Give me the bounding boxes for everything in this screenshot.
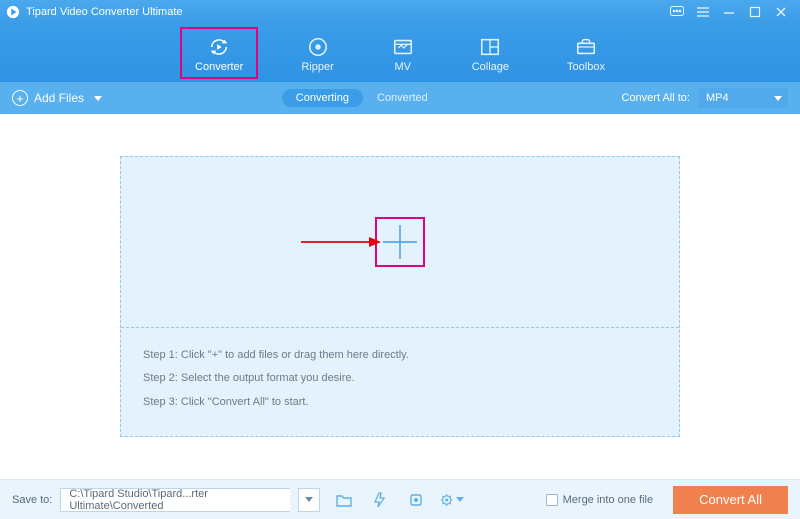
tab-label: MV — [394, 61, 411, 73]
plus-circle-icon — [12, 90, 28, 106]
add-files-button[interactable]: Add Files — [12, 90, 102, 106]
tab-label: Ripper — [301, 61, 333, 73]
maximize-button[interactable] — [742, 0, 768, 24]
tab-label: Converter — [195, 61, 243, 73]
add-files-label: Add Files — [34, 91, 84, 105]
chevron-down-icon — [774, 96, 782, 101]
feedback-button[interactable] — [664, 0, 690, 24]
hardware-accel-button[interactable] — [368, 488, 392, 512]
open-folder-button[interactable] — [332, 488, 356, 512]
title-bar: Tipard Video Converter Ultimate — [0, 0, 800, 24]
tab-collage[interactable]: Collage — [464, 32, 517, 75]
toolbox-icon — [575, 36, 597, 58]
tab-label: Toolbox — [567, 61, 605, 73]
minimize-button[interactable] — [716, 0, 742, 24]
high-speed-button[interactable] — [404, 488, 428, 512]
close-button[interactable] — [768, 0, 794, 24]
tab-converting[interactable]: Converting — [282, 89, 363, 107]
footer: Save to: C:\Tipard Studio\Tipard...rter … — [0, 479, 800, 519]
format-value: MP4 — [706, 92, 729, 104]
save-path-dropdown[interactable] — [298, 488, 320, 512]
plus-icon — [379, 221, 421, 263]
converter-icon — [208, 36, 230, 58]
status-tabs: Converting Converted — [282, 89, 442, 107]
toolbar: Add Files Converting Converted Convert A… — [0, 82, 800, 114]
tab-converted[interactable]: Converted — [363, 89, 442, 107]
dropzone: Step 1: Click "+" to add files or drag t… — [120, 156, 680, 436]
ripper-icon — [307, 36, 329, 58]
add-file-plus-button[interactable] — [375, 217, 425, 267]
red-arrow-annotation — [301, 235, 381, 249]
main-area: Step 1: Click "+" to add files or drag t… — [0, 114, 800, 479]
nav-tabs: Converter Ripper MV Collage Toolbox — [0, 24, 800, 82]
collage-icon — [479, 36, 501, 58]
settings-button[interactable] — [440, 488, 464, 512]
instructions: Step 1: Click "+" to add files or drag t… — [121, 327, 679, 435]
step-2-text: Step 2: Select the output format you des… — [143, 367, 657, 390]
convert-all-button[interactable]: Convert All — [673, 486, 788, 514]
convert-all-to-group: Convert All to: MP4 — [622, 88, 788, 108]
dropzone-top[interactable] — [121, 157, 679, 327]
chevron-down-icon — [94, 96, 102, 101]
tab-ripper[interactable]: Ripper — [293, 32, 341, 75]
merge-label: Merge into one file — [563, 494, 654, 506]
merge-checkbox[interactable]: Merge into one file — [546, 494, 654, 506]
output-format-select[interactable]: MP4 — [698, 88, 788, 108]
save-path-field[interactable]: C:\Tipard Studio\Tipard...rter Ultimate\… — [60, 488, 290, 512]
mv-icon — [392, 36, 414, 58]
chevron-down-icon — [305, 497, 313, 502]
step-3-text: Step 3: Click "Convert All" to start. — [143, 391, 657, 414]
step-1-text: Step 1: Click "+" to add files or drag t… — [143, 344, 657, 367]
tab-label: Collage — [472, 61, 509, 73]
tab-mv[interactable]: MV — [384, 32, 422, 75]
tab-converter[interactable]: Converter — [187, 32, 251, 75]
tab-toolbox[interactable]: Toolbox — [559, 32, 613, 75]
app-logo-icon — [6, 5, 20, 19]
app-title: Tipard Video Converter Ultimate — [26, 6, 183, 18]
convert-all-to-label: Convert All to: — [622, 92, 690, 104]
save-to-label: Save to: — [12, 494, 52, 506]
menu-button[interactable] — [690, 0, 716, 24]
chevron-down-icon — [456, 497, 464, 502]
checkbox-icon — [546, 494, 558, 506]
